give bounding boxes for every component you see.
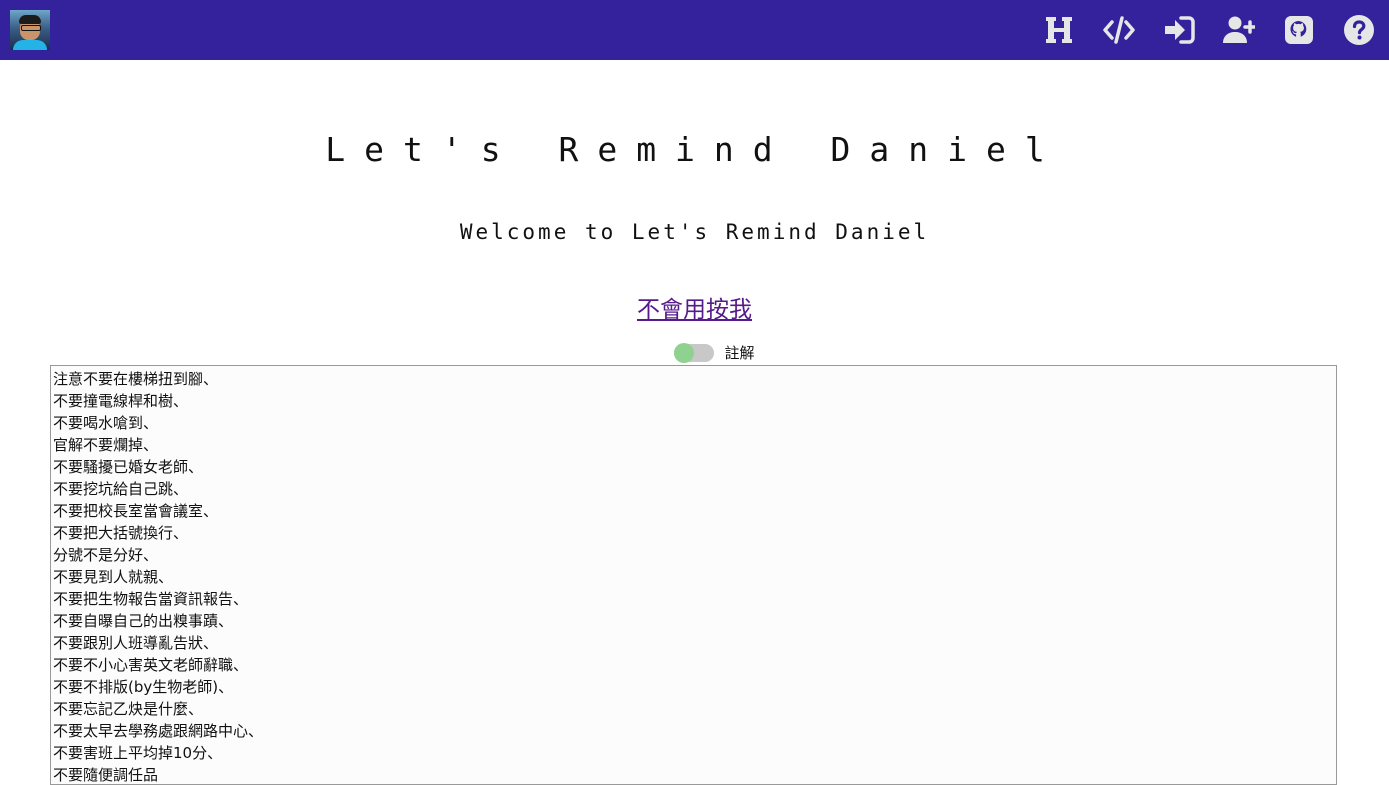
text-line: 不要自曝自己的出糗事蹟、 [53,612,234,630]
avatar[interactable] [10,10,50,50]
help-link[interactable]: 不會用按我 [637,297,752,323]
text-line: 不要隨便調任品 [53,766,159,784]
text-line: 不要把生物報告當資訊報告、 [53,590,249,608]
nav-icon-group [1015,0,1375,60]
avatar-shirt [13,40,47,50]
text-line: 不要太早去學務處跟網路中心、 [53,722,264,740]
text-line: 注意不要在樓梯扭到腳、 [53,370,219,388]
comment-toggle[interactable] [674,342,715,363]
h-icon[interactable] [1043,14,1075,46]
text-line: 分號不是分好、 [53,546,159,564]
text-line: 官解不要爛掉、 [53,436,159,454]
text-line: 不要忘記乙炔是什麼、 [53,700,204,718]
reminder-textarea[interactable]: 注意不要在樓梯扭到腳、 不要撞電線桿和樹、 不要喝水嗆到、 官解不要爛掉、 不要… [50,365,1337,785]
sign-in-icon[interactable] [1163,14,1195,46]
comment-toggle-label: 註解 [724,344,755,362]
help-icon[interactable] [1343,14,1375,46]
avatar-hair [19,15,41,24]
text-line: 不要見到人就親、 [53,568,174,586]
page-title: Let's Remind Daniel [325,130,1064,169]
text-line: 不要把大括號換行、 [53,524,189,542]
page-subtitle: Welcome to Let's Remind Daniel [459,220,930,244]
top-navbar [0,0,1389,60]
github-icon[interactable] [1283,14,1315,46]
avatar-glasses [21,25,41,31]
text-line: 不要不排版(by生物老師)、 [53,678,234,696]
help-link-row: 不會用按我 [0,290,1389,324]
text-line: 不要挖坑給自己跳、 [53,480,189,498]
text-line: 不要騷擾已婚女老師、 [53,458,204,476]
toggle-knob [674,342,695,363]
text-line: 不要喝水嗆到、 [53,414,159,432]
code-icon[interactable] [1103,14,1135,46]
text-line: 不要撞電線桿和樹、 [53,392,189,410]
text-line: 不要害班上平均掉10分、 [53,744,223,762]
user-plus-icon[interactable] [1223,14,1255,46]
comment-toggle-row: 註解 [0,342,1389,363]
text-line: 不要跟別人班導亂告狀、 [53,634,219,652]
text-line: 不要不小心害英文老師辭職、 [53,656,249,674]
text-line: 不要把校長室當會議室、 [53,502,219,520]
